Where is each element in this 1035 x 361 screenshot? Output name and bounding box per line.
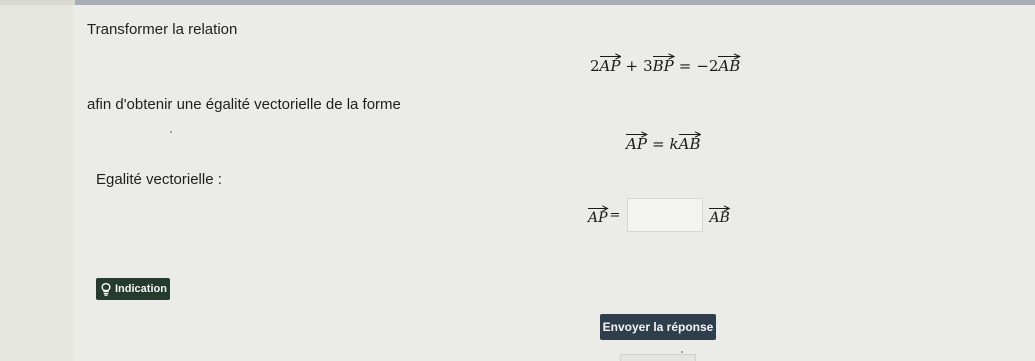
- vector-ap: AP: [599, 53, 622, 74]
- equals-sign: =: [678, 57, 692, 75]
- decorative-dot: [681, 351, 683, 353]
- answer-row: AP = AB: [588, 195, 731, 235]
- vector-arrow-icon: [599, 53, 622, 60]
- vector-arrow-icon: [709, 205, 731, 212]
- answer-label: Egalité vectorielle :: [96, 171, 222, 188]
- submit-answer-button[interactable]: Envoyer la réponse: [600, 314, 716, 340]
- hint-button-label: Indication: [115, 283, 167, 295]
- given-relation: 2 AP + 3 BP = −2 AB: [590, 53, 742, 75]
- bottom-tab: [620, 354, 696, 361]
- coefficient: 3: [643, 57, 653, 75]
- vector-arrow-icon: [652, 53, 675, 60]
- vector-ap: AP: [626, 131, 648, 152]
- equals-sign: =: [651, 135, 665, 153]
- target-form: AP = k AB: [626, 131, 702, 153]
- coefficient-answer-input[interactable]: [627, 198, 704, 232]
- vector-ap: AP: [588, 205, 609, 226]
- coefficient: −2: [696, 57, 719, 75]
- vector-ab: AB: [678, 131, 702, 152]
- instruction-text: Transformer la relation: [87, 21, 238, 38]
- plus-sign: +: [625, 57, 639, 75]
- vector-ab: AB: [718, 53, 742, 74]
- equals-sign: =: [609, 207, 621, 223]
- vector-arrow-icon: [678, 131, 702, 138]
- vector-arrow-icon: [626, 131, 648, 138]
- vector-arrow-icon: [588, 205, 609, 212]
- vector-arrow-icon: [718, 53, 742, 60]
- lightbulb-icon: [101, 283, 111, 296]
- hint-button[interactable]: Indication: [96, 278, 170, 300]
- vector-ab: AB: [709, 205, 731, 226]
- top-bar-left-segment: [0, 0, 75, 5]
- vector-label: AB: [709, 210, 730, 226]
- goal-text: afin d'obtenir une égalité vectorielle d…: [87, 96, 401, 113]
- vector-bp: BP: [652, 53, 675, 74]
- submit-button-label: Envoyer la réponse: [602, 320, 714, 334]
- coefficient-k: k: [669, 135, 679, 153]
- vector-label: AP: [588, 210, 608, 226]
- coefficient: 2: [590, 57, 600, 75]
- decorative-dot: [170, 131, 172, 133]
